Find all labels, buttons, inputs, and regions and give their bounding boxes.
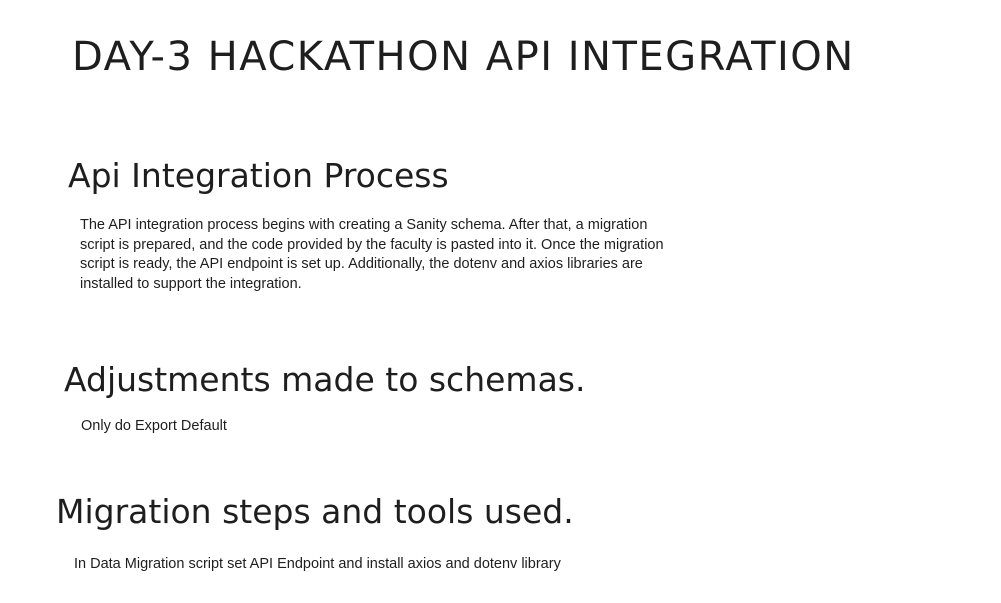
body-line: installed to support the integration. (80, 275, 302, 292)
page-title: DAY-3 HACKATHON API INTEGRATION (72, 34, 855, 80)
section-heading-migration-steps: Migration steps and tools used. (56, 492, 574, 531)
section-heading-schema-adjustments: Adjustments made to schemas. (64, 360, 586, 399)
section-body-migration-steps: In Data Migration script set API Endpoin… (74, 555, 561, 575)
body-line: script is ready, the API endpoint is set… (80, 256, 643, 272)
section-body-api-integration: The API integration process begins with … (80, 216, 664, 294)
body-line: In Data Migration script set API Endpoin… (74, 556, 561, 572)
section-body-schema-adjustments: Only do Export Default (81, 417, 227, 437)
section-heading-api-integration: Api Integration Process (68, 156, 449, 195)
body-line: script is prepared, and the code provide… (80, 236, 664, 253)
body-line: Only do Export Default (81, 418, 227, 434)
body-line: The API integration process begins with … (80, 217, 648, 233)
